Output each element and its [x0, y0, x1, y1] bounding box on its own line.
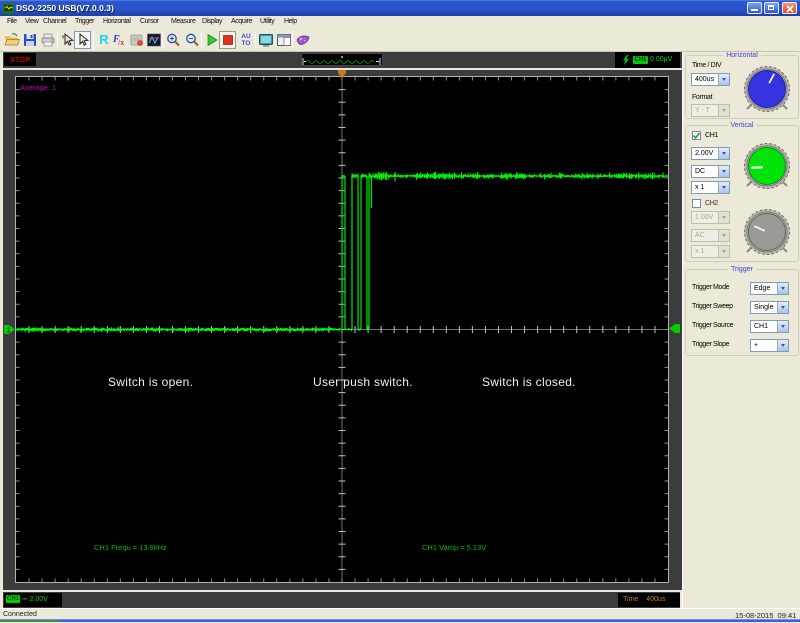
svg-text:CH1 Vamp = 5.13V: CH1 Vamp = 5.13V [422, 543, 486, 552]
svg-text:Switch is open.: Switch is open. [108, 375, 193, 389]
svg-text:Average: 1: Average: 1 [20, 83, 56, 92]
svg-text:CH1 Frequ = 13.9kHz: CH1 Frequ = 13.9kHz [94, 543, 167, 552]
svg-text:User push switch.: User push switch. [313, 375, 413, 389]
svg-text:1: 1 [7, 328, 11, 335]
svg-text:/x: /x [117, 38, 124, 47]
svg-text:Switch is closed.: Switch is closed. [482, 375, 576, 389]
